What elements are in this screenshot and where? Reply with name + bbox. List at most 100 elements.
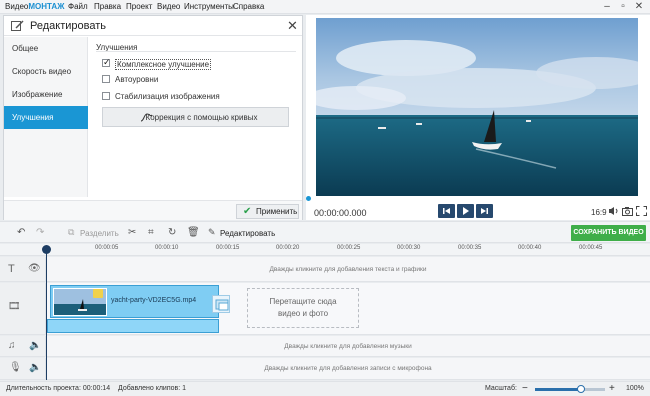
prev-frame-button[interactable] xyxy=(438,204,455,218)
music-track-header: ♫ 🔈 xyxy=(0,336,46,356)
drop-zone-line-1: Перетащите сюда xyxy=(269,297,337,306)
tab-general[interactable]: Общее xyxy=(4,37,88,60)
curves-correction-button[interactable]: Коррекция с помощью кривых xyxy=(102,107,289,127)
edit-panel-title: Редактировать xyxy=(30,20,106,32)
video-track-header: 🎞 xyxy=(0,283,46,334)
music-track-hint: Дважды кликните для добавления музыки xyxy=(284,343,412,350)
transition-slot[interactable] xyxy=(212,295,230,313)
curves-button-label: Коррекция с помощью кривых xyxy=(145,113,258,122)
undo-icon[interactable]: ↶ xyxy=(17,227,25,238)
zoom-value: 100% xyxy=(626,385,644,392)
menu-help[interactable]: Справка xyxy=(233,2,264,11)
speaker-icon[interactable]: 🔈 xyxy=(29,340,41,351)
ruler-tick: 00:00:10 xyxy=(155,245,179,251)
zoom-in-icon[interactable]: + xyxy=(609,383,615,394)
auto-enhance-checkbox[interactable] xyxy=(102,57,111,68)
curve-icon xyxy=(141,113,152,122)
ruler-tick: 00:00:45 xyxy=(579,245,603,251)
auto-levels-checkbox[interactable] xyxy=(102,75,110,83)
film-icon: 🎞 xyxy=(8,301,21,312)
play-icon xyxy=(463,207,469,215)
clip-name: yacht-party-VD2EC5G.mp4 xyxy=(111,297,197,304)
menu-video[interactable]: Видео xyxy=(157,2,180,11)
split-icon: ⧉ xyxy=(68,227,75,237)
split-button[interactable]: Разделить xyxy=(80,229,119,238)
redo-icon[interactable]: ↷ xyxy=(36,227,44,238)
text-track-hint: Дважды кликните для добавления текста и … xyxy=(269,266,427,273)
divider xyxy=(96,51,296,52)
playhead-handle[interactable] xyxy=(42,245,51,254)
video-preview[interactable] xyxy=(316,18,638,196)
microphone-icon: 🎙 xyxy=(9,362,22,373)
menu-project[interactable]: Проект xyxy=(126,2,152,11)
mic-track-header: 🎙 🔈 xyxy=(0,358,46,379)
auto-enhance-label[interactable]: Комплексное улучшение xyxy=(115,59,212,70)
minimize-icon[interactable]: – xyxy=(601,1,613,13)
media-drop-zone[interactable]: Перетащите сюда видео и фото xyxy=(247,288,359,328)
ruler-tick: 00:00:15 xyxy=(216,245,240,251)
tab-enhancements[interactable]: Улучшения xyxy=(4,106,88,129)
ruler-tick: 00:00:20 xyxy=(276,245,300,251)
apply-button[interactable]: ✔ Применить xyxy=(236,204,299,219)
mic-track[interactable]: 🎙 🔈 Дважды кликните для добавления запис… xyxy=(0,358,650,380)
edit-icon xyxy=(11,20,24,31)
crop-icon[interactable]: ⌗ xyxy=(148,227,154,238)
menu-tools[interactable]: Инструменты xyxy=(184,2,234,11)
close-window-icon[interactable]: ✕ xyxy=(633,1,645,13)
zoom-out-icon[interactable]: − xyxy=(522,383,528,394)
ruler-tick: 00:00:30 xyxy=(397,245,421,251)
clip-badge-icon xyxy=(93,289,103,298)
zoom-slider-fill xyxy=(535,388,581,391)
maximize-icon[interactable]: ▫ xyxy=(617,1,629,13)
trash-icon[interactable]: 🗑 xyxy=(187,227,200,238)
menu-edit[interactable]: Правка xyxy=(94,2,121,11)
eye-icon[interactable]: 👁 xyxy=(28,263,41,274)
skip-forward-icon xyxy=(481,208,488,214)
volume-icon[interactable] xyxy=(608,206,619,216)
ruler-tick: 00:00:40 xyxy=(518,245,542,251)
video-clip[interactable]: yacht-party-VD2EC5G.mp4 xyxy=(50,285,219,318)
edit-tabs: Общее Скорость видео Изображение Улучшен… xyxy=(4,37,88,197)
status-bar: Длительность проекта: 00:00:14 Добавлено… xyxy=(0,381,650,396)
preview-panel: 00:00:00.000 16:9 xyxy=(306,15,650,220)
music-track[interactable]: ♫ 🔈 Дважды кликните для добавления музык… xyxy=(0,336,650,357)
timecode: 00:00:00.000 xyxy=(314,208,367,218)
text-track[interactable]: T 👁 Дважды кликните для добавления текст… xyxy=(0,257,650,282)
scissors-icon[interactable]: ✂ xyxy=(128,227,136,238)
next-frame-button[interactable] xyxy=(476,204,493,218)
zoom-slider-handle[interactable] xyxy=(576,385,585,393)
tab-image[interactable]: Изображение xyxy=(4,83,88,106)
time-ruler[interactable]: 00:00:05 00:00:10 00:00:15 00:00:20 00:0… xyxy=(0,244,650,256)
transition-icon xyxy=(215,299,229,311)
menu-bar: ВидеоМОНТАЖ Файл Правка Проект Видео Инс… xyxy=(0,0,650,14)
clip-audio-strip[interactable] xyxy=(47,319,219,333)
rotate-icon[interactable]: ↻ xyxy=(168,227,176,238)
project-duration: Длительность проекта: 00:00:14 xyxy=(6,385,111,392)
tab-speed[interactable]: Скорость видео xyxy=(4,60,88,83)
zoom-label: Масштаб: xyxy=(485,385,517,392)
drop-zone-line-2: видео и фото xyxy=(277,309,329,318)
close-icon[interactable]: ✕ xyxy=(287,18,298,34)
edit-button[interactable]: Редактировать xyxy=(220,229,275,238)
edit-panel: Редактировать ✕ Общее Скорость видео Изо… xyxy=(3,15,303,220)
apply-button-label: Применить xyxy=(256,207,298,216)
menu-file[interactable]: Файл xyxy=(68,2,88,11)
play-button[interactable] xyxy=(457,204,474,218)
playhead[interactable] xyxy=(46,248,47,380)
clips-added: Добавлено клипов: 1 xyxy=(118,385,187,392)
aspect-ratio[interactable]: 16:9 xyxy=(591,208,607,217)
preview-progress-knob[interactable] xyxy=(306,196,311,201)
mic-track-hint: Дважды кликните для добавления записи с … xyxy=(264,365,432,372)
camera-icon[interactable] xyxy=(622,206,633,216)
text-icon: T xyxy=(8,263,15,275)
ruler-tick: 00:00:05 xyxy=(95,245,119,251)
fullscreen-icon[interactable] xyxy=(636,206,647,216)
stabilization-label[interactable]: Стабилизация изображения xyxy=(115,92,220,101)
stabilization-checkbox[interactable] xyxy=(102,92,110,100)
save-video-button[interactable]: СОХРАНИТЬ ВИДЕО xyxy=(571,225,646,241)
auto-levels-label[interactable]: Автоуровни xyxy=(115,75,158,84)
skip-back-icon xyxy=(443,208,450,214)
checkmark-icon: ✔ xyxy=(243,206,252,217)
text-track-header: T 👁 xyxy=(0,257,46,281)
speaker-icon[interactable]: 🔈 xyxy=(29,362,41,373)
